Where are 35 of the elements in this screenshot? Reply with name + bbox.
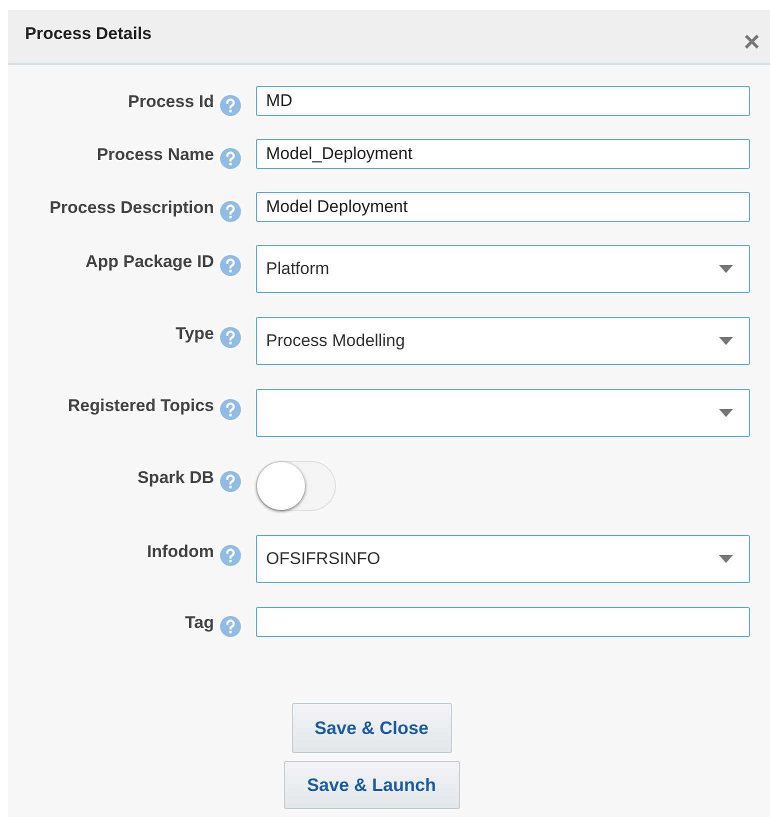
dropdown-field[interactable]: OFSIFRSINFO — [256, 535, 750, 583]
text-field[interactable]: MD — [256, 86, 750, 116]
help-icon[interactable] — [220, 327, 241, 348]
help-icon[interactable] — [220, 399, 241, 420]
field-label: App Package ID — [86, 252, 214, 272]
help-icon[interactable] — [220, 545, 241, 566]
help-icon[interactable] — [220, 471, 241, 492]
caret-icon — [719, 555, 733, 563]
dropdown-field[interactable] — [256, 389, 750, 437]
field-label: Process Description — [50, 198, 214, 218]
help-icon[interactable] — [220, 616, 241, 637]
caret-icon — [719, 265, 733, 273]
caret-icon — [719, 409, 733, 417]
dialog-title: Process Details — [25, 24, 152, 44]
field-label: Tag — [185, 613, 214, 633]
field-label: Type — [176, 324, 214, 344]
text-field[interactable] — [256, 607, 750, 637]
action-button[interactable]: Save & Launch — [284, 761, 460, 809]
dropdown-field[interactable]: Process Modelling — [256, 317, 750, 365]
text-field[interactable]: Model Deployment — [256, 192, 750, 222]
field-label: Process Name — [96, 145, 214, 165]
toggle-switch[interactable] — [256, 461, 336, 511]
caret-icon — [719, 337, 733, 345]
help-icon[interactable] — [220, 201, 241, 222]
field-label: Process Id — [128, 92, 214, 112]
help-icon[interactable] — [220, 148, 241, 169]
field-label: Registered Topics — [68, 396, 214, 416]
help-icon[interactable] — [220, 95, 241, 116]
field-label: Spark DB — [137, 468, 214, 488]
dropdown-field[interactable]: Platform — [256, 245, 750, 293]
action-button[interactable]: Save & Close — [292, 703, 452, 753]
help-icon[interactable] — [220, 255, 241, 276]
close-button[interactable]: × — [744, 28, 760, 56]
field-label: Infodom — [146, 542, 214, 562]
text-field[interactable]: Model_Deployment — [256, 139, 750, 169]
